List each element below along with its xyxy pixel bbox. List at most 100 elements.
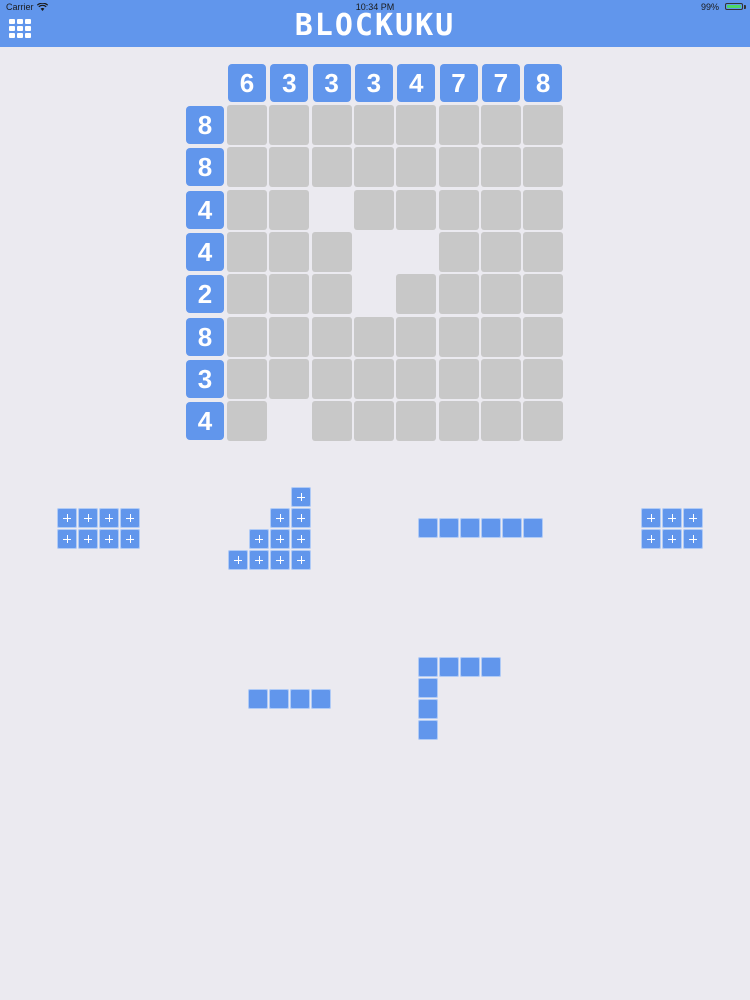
- board-cell[interactable]: [480, 274, 521, 315]
- board-cell[interactable]: [480, 105, 521, 145]
- board-cell[interactable]: [227, 231, 267, 272]
- board-cell[interactable]: [269, 105, 310, 145]
- piece-tile: [291, 508, 311, 528]
- column-clue-5: 4: [397, 64, 436, 102]
- board-cell[interactable]: [523, 274, 564, 315]
- piece-tile: [120, 508, 140, 528]
- board-cell[interactable]: [523, 189, 564, 230]
- board-cell[interactable]: [396, 358, 437, 399]
- board-cell[interactable]: [438, 231, 479, 272]
- board-cell[interactable]: [438, 401, 479, 442]
- board-cell[interactable]: [227, 358, 267, 399]
- board-cell[interactable]: [353, 147, 394, 188]
- column-clue-4: 3: [354, 64, 393, 102]
- board-cell[interactable]: [269, 358, 310, 399]
- board-cell[interactable]: [480, 189, 521, 230]
- board-cell[interactable]: [269, 401, 309, 441]
- board-cell[interactable]: [311, 105, 352, 145]
- game-title: BLOCKUKU: [294, 8, 456, 43]
- board-cell[interactable]: [523, 231, 564, 272]
- piece-tile: [641, 529, 661, 549]
- board-cell[interactable]: [438, 147, 479, 188]
- piece-tile: [418, 678, 438, 698]
- board-cell[interactable]: [523, 147, 564, 188]
- board-cell[interactable]: [311, 401, 352, 442]
- board-cell[interactable]: [396, 401, 437, 442]
- board-cell[interactable]: [227, 105, 267, 145]
- board-cell[interactable]: [353, 105, 394, 145]
- board-cell[interactable]: [269, 274, 310, 315]
- piece-tile: [291, 550, 311, 570]
- piece-tile: [249, 550, 269, 570]
- board-cell[interactable]: [227, 147, 267, 188]
- board-cell[interactable]: [311, 231, 352, 272]
- board-cell[interactable]: [396, 232, 436, 272]
- board-cell[interactable]: [523, 358, 564, 399]
- board-cell[interactable]: [269, 189, 310, 230]
- board-cell[interactable]: [396, 189, 437, 230]
- board-cell[interactable]: [227, 401, 267, 442]
- board-cell[interactable]: [438, 316, 479, 357]
- board-cell[interactable]: [523, 105, 564, 145]
- board-cell[interactable]: [396, 147, 437, 188]
- row-clue-1: 8: [186, 106, 224, 144]
- row-clue-2: 8: [186, 148, 224, 187]
- board-cell[interactable]: [311, 316, 352, 357]
- board-cell[interactable]: [354, 274, 394, 314]
- board-cell[interactable]: [312, 190, 352, 230]
- row-clue-7: 3: [186, 359, 224, 398]
- board-cell[interactable]: [227, 316, 267, 357]
- piece-tile: [248, 689, 268, 709]
- piece-tile: [418, 720, 438, 740]
- piece-tile: [641, 508, 661, 528]
- board-cell[interactable]: [269, 316, 310, 357]
- piece-tile: [270, 550, 290, 570]
- piece-tile: [418, 699, 438, 719]
- piece-tile: [481, 518, 501, 538]
- board-cell[interactable]: [523, 316, 564, 357]
- board-cell[interactable]: [353, 401, 394, 442]
- column-clue-7: 7: [481, 64, 520, 102]
- board-cell[interactable]: [480, 401, 521, 442]
- board-cell[interactable]: [311, 147, 352, 188]
- piece-tile: [311, 689, 331, 709]
- board-cell[interactable]: [311, 358, 352, 399]
- piece-tile: [291, 529, 311, 549]
- board-cell[interactable]: [523, 401, 564, 442]
- board-cell[interactable]: [396, 274, 437, 315]
- piece-tile: [270, 508, 290, 528]
- board-cell[interactable]: [353, 358, 394, 399]
- board-cell[interactable]: [480, 231, 521, 272]
- piece-tile: [120, 529, 140, 549]
- board-cell[interactable]: [269, 231, 310, 272]
- board-cell[interactable]: [396, 105, 437, 145]
- piece-tile: [57, 529, 77, 549]
- board-cell[interactable]: [438, 358, 479, 399]
- board-cell[interactable]: [480, 316, 521, 357]
- piece-tile: [291, 487, 311, 507]
- piece-tile: [460, 657, 480, 677]
- board-cell[interactable]: [480, 358, 521, 399]
- board-cell[interactable]: [438, 274, 479, 315]
- piece-tile: [269, 689, 289, 709]
- board-cell[interactable]: [353, 316, 394, 357]
- piece-tile: [57, 508, 77, 528]
- piece-tile: [99, 529, 119, 549]
- piece-tile: [270, 529, 290, 549]
- board-cell[interactable]: [396, 316, 437, 357]
- board-cell[interactable]: [353, 189, 394, 230]
- board-cell[interactable]: [354, 232, 394, 272]
- piece-tile: [662, 529, 682, 549]
- column-clue-2: 3: [270, 64, 309, 102]
- board-cell[interactable]: [227, 189, 267, 230]
- piece-tile: [502, 518, 522, 538]
- row-clue-6: 8: [186, 317, 224, 356]
- board-cell[interactable]: [227, 274, 267, 315]
- piece-tile: [228, 550, 248, 570]
- board-cell[interactable]: [269, 147, 310, 188]
- board-cell[interactable]: [480, 147, 521, 188]
- board-cell[interactable]: [311, 274, 352, 315]
- board-cell[interactable]: [438, 105, 479, 145]
- row-clue-4: 4: [186, 232, 224, 271]
- board-cell[interactable]: [438, 189, 479, 230]
